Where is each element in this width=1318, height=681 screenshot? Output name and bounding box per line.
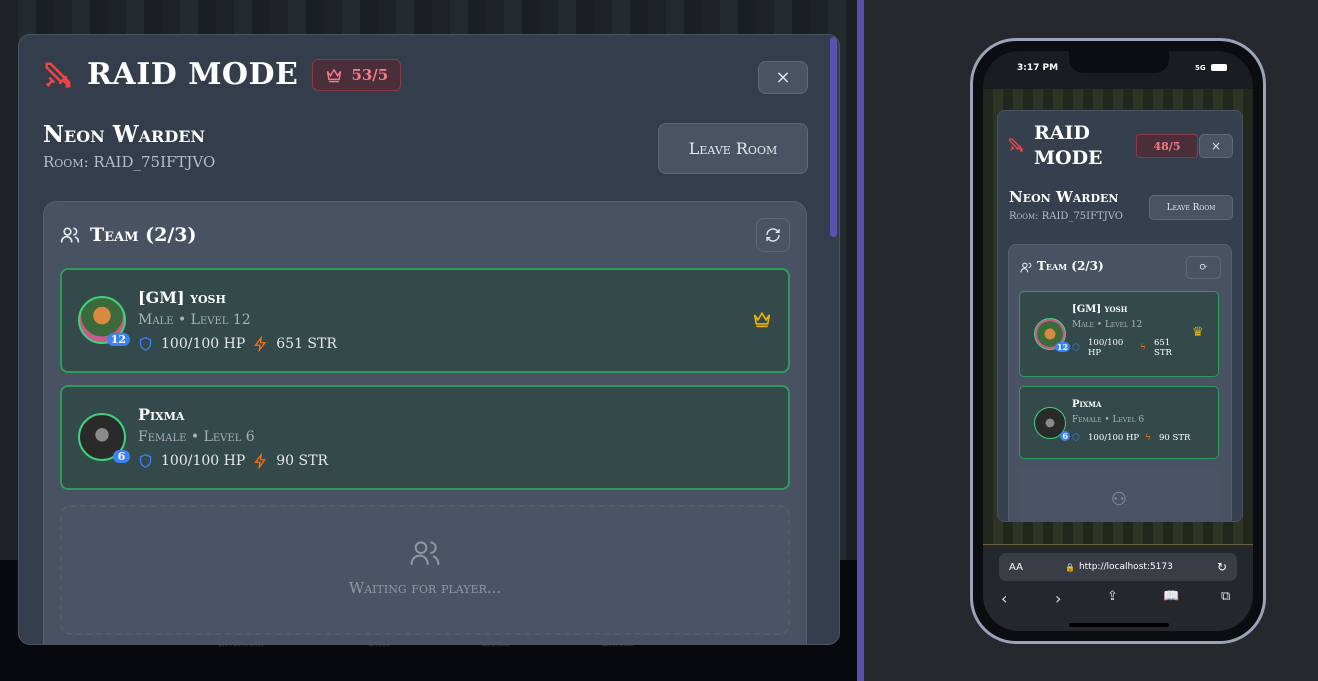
forward-icon[interactable]: ›	[1055, 589, 1061, 608]
shield-icon: ⬡	[1072, 433, 1080, 443]
users-icon	[410, 541, 440, 565]
level-badge: 12	[1054, 342, 1070, 352]
back-icon[interactable]: ‹	[1001, 589, 1007, 608]
close-button[interactable]: ×	[758, 61, 808, 94]
raid-modal: RAID MODE 53/5 × Neon Warden Room: RAID_…	[18, 34, 840, 645]
player-name: Pixma	[1072, 399, 1102, 410]
phone-preview: 3:17 PM 5G RAID MODE 48/5 × Neon Warden …	[970, 38, 1266, 644]
level-badge: 12	[106, 333, 130, 346]
text-size-button[interactable]: AA	[1009, 562, 1023, 573]
bookmarks-icon[interactable]: 📖	[1163, 589, 1179, 604]
player-hp: 100/100 HP	[161, 453, 246, 469]
player-card[interactable]: 6 Pixma Female • Level 6 100/100 HP 90 S…	[60, 385, 790, 490]
team-panel: Team (2/3) 12 [GM] yosh Male • Level 12 …	[43, 201, 807, 644]
avatar: 12	[78, 296, 130, 346]
player-name: Pixma	[138, 405, 185, 424]
avatar: 6	[78, 413, 130, 463]
phone-player-card[interactable]: 12 [GM] yosh Male • Level 12 100/100 HP …	[1019, 291, 1219, 377]
level-badge: 6	[1060, 431, 1070, 441]
lightning-icon: ϟ	[1140, 343, 1146, 353]
users-icon	[60, 227, 80, 243]
player-meta: Female • Level 6	[138, 429, 255, 445]
level-badge: 6	[113, 450, 130, 463]
player-str: 90 STR	[276, 453, 328, 469]
player-card[interactable]: 12 [GM] yosh Male • Level 12 100/100 HP …	[60, 268, 790, 373]
refresh-icon	[766, 228, 780, 242]
waiting-text: Waiting for player...	[348, 579, 502, 597]
shield-icon	[139, 337, 152, 351]
lightning-icon	[254, 453, 267, 469]
player-hp: 100/100 HP	[161, 336, 246, 352]
leader-crown-icon: ♛	[1192, 325, 1204, 340]
player-name: [GM] yosh	[138, 288, 226, 307]
lightning-icon	[254, 336, 267, 352]
crossed-swords-icon	[45, 62, 71, 87]
modal-title: RAID MODE	[87, 57, 299, 92]
status-time: 3:17 PM	[1017, 63, 1059, 73]
phone-close-button[interactable]: ×	[1199, 134, 1233, 158]
lock-icon: 🔒	[1064, 562, 1075, 572]
phone-player-card[interactable]: 6 Pixma Female • Level 6 ⬡ 100/100 HP ϟ …	[1019, 386, 1219, 459]
player-str: 651 STR	[1154, 338, 1172, 358]
share-icon[interactable]: ⇪	[1107, 589, 1118, 604]
page-scrollbar[interactable]	[857, 0, 864, 681]
team-header: Team (2/3)	[90, 224, 197, 246]
phone-raid-count: 48/5	[1136, 134, 1198, 158]
modal-scrollbar[interactable]	[830, 37, 837, 237]
phone-refresh-button[interactable]: ⟳	[1186, 256, 1221, 279]
shield-icon	[139, 454, 152, 468]
phone-character-name: Neon Warden	[1009, 188, 1119, 206]
player-hp: 100/100 HP	[1088, 433, 1140, 443]
users-icon	[1020, 262, 1032, 273]
room-id: Room: RAID_75IFTJVO	[43, 153, 216, 171]
phone-team-header: Team (2/3)	[1037, 259, 1104, 273]
reload-icon[interactable]: ↻	[1217, 560, 1227, 574]
player-hp: 100/100 HP	[1088, 338, 1124, 358]
tabs-icon[interactable]: ⧉	[1221, 589, 1230, 604]
player-str: 90 STR	[1159, 433, 1191, 443]
player-meta: Male • Level 12	[1072, 320, 1143, 330]
player-name: [GM] yosh	[1072, 304, 1128, 315]
crown-icon	[327, 68, 342, 82]
player-meta: Female • Level 6	[1072, 415, 1145, 425]
refresh-button[interactable]	[756, 218, 790, 252]
phone-raid-modal: RAID MODE 48/5 × Neon Warden Room: RAID_…	[997, 110, 1243, 522]
crossed-swords-icon	[1009, 138, 1023, 152]
phone-leave-room-button[interactable]: Leave Room	[1149, 195, 1233, 220]
empty-slot: Waiting for player...	[60, 505, 790, 635]
leave-room-button[interactable]: Leave Room	[658, 123, 808, 174]
leader-crown-icon	[753, 311, 771, 328]
lightning-icon: ϟ	[1145, 433, 1151, 443]
address-bar[interactable]: AA 🔒 http://localhost:5173 ↻	[999, 553, 1237, 581]
raid-count: 53/5	[351, 65, 389, 84]
battery-icon	[1211, 64, 1227, 71]
shield-icon: ⬡	[1072, 343, 1080, 353]
player-str: 651 STR	[276, 336, 337, 352]
url-text: http://localhost:5173	[1078, 562, 1173, 572]
character-name: Neon Warden	[43, 121, 206, 148]
phone-title: MODE	[1034, 147, 1103, 169]
phone-title: RAID	[1034, 122, 1090, 144]
status-network: 5G	[1195, 64, 1206, 72]
phone-empty-slot: ⚇	[1019, 467, 1219, 521]
raid-count-badge: 53/5	[312, 58, 402, 91]
player-meta: Male • Level 12	[138, 312, 251, 328]
home-indicator	[1069, 623, 1169, 627]
browser-bar: AA 🔒 http://localhost:5173 ↻ ‹ › ⇪ 📖 ⧉	[983, 544, 1253, 631]
phone-room-id: Room: RAID_75IFTJVO	[1009, 211, 1123, 222]
